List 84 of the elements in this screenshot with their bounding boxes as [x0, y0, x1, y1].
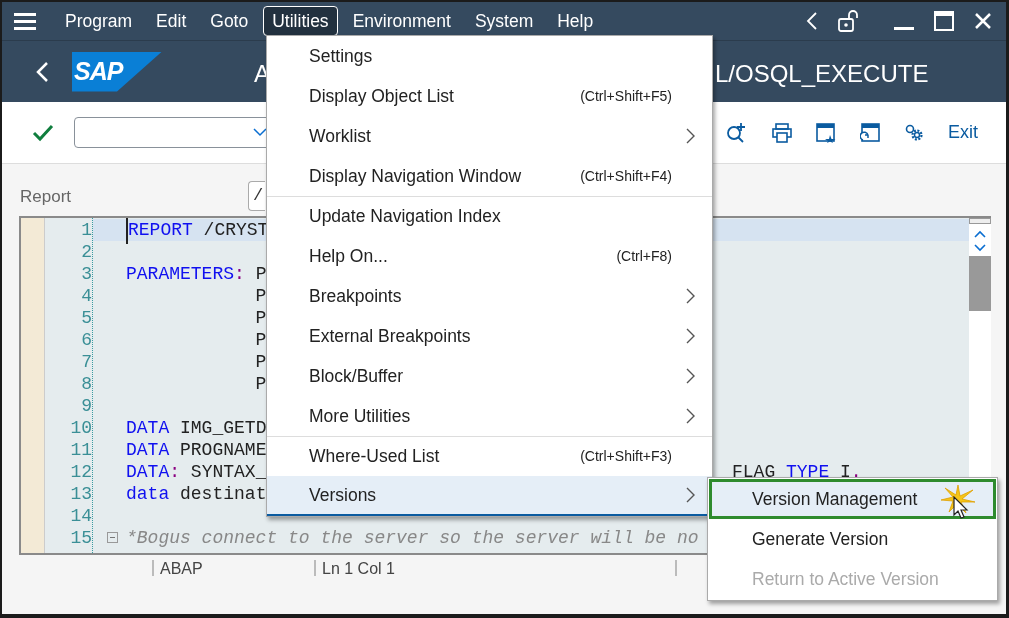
chevron-right-icon	[686, 487, 695, 503]
menu-item[interactable]: Settings	[267, 36, 712, 76]
line-number: 1	[80, 218, 92, 242]
line-number: 3	[80, 262, 92, 286]
menu-item[interactable]: Display Object List (Ctrl+Shift+F5)	[267, 76, 712, 116]
menu-bar-item[interactable]: Help	[548, 5, 603, 37]
scroll-handle[interactable]	[969, 218, 991, 224]
code-line: P	[254, 284, 267, 308]
line-number: 12	[69, 460, 92, 484]
line-number: 2	[80, 240, 92, 264]
menu-item[interactable]: Block/Buffer	[267, 356, 712, 396]
code-line: PARAMETERS: P	[126, 262, 267, 286]
menu-bar-item[interactable]: Utilities	[263, 5, 338, 37]
chevron-right-icon	[686, 368, 695, 384]
status-divider	[152, 560, 154, 576]
chevron-right-icon	[686, 288, 695, 304]
menu-item[interactable]: Breakpoints	[267, 276, 712, 316]
line-number: 4	[80, 284, 92, 308]
menu-icon[interactable]	[14, 12, 36, 30]
line-number: 11	[69, 438, 92, 462]
unlock-icon[interactable]	[838, 10, 860, 32]
menu-item[interactable]: Update Navigation Index	[267, 196, 712, 236]
status-text: Ln 1 Col 1	[322, 560, 395, 577]
report-field[interactable]: /	[248, 181, 265, 211]
shortcut-text: (Ctrl+F8)	[616, 246, 673, 266]
line-number: 6	[80, 328, 92, 352]
menu-item[interactable]: Help On... (Ctrl+F8)	[267, 236, 712, 276]
shortcut-text: (Ctrl+Shift+F4)	[580, 166, 673, 186]
menu-bar-item[interactable]: System	[465, 5, 543, 37]
back-icon[interactable]	[35, 60, 49, 83]
zoom-in-icon[interactable]	[726, 121, 748, 144]
scroll-down-icon[interactable]	[974, 244, 986, 252]
print-icon[interactable]	[772, 122, 792, 143]
shortcut-text: (Ctrl+Shift+F3)	[580, 447, 673, 466]
dropdown-icon	[253, 128, 267, 137]
chevron-right-icon	[686, 328, 695, 344]
line-number: 7	[80, 350, 92, 374]
logo: SAP	[72, 51, 162, 92]
code-line: DATA: SYNTAX_	[126, 460, 267, 484]
menu-item[interactable]: Version Management	[709, 479, 996, 519]
code-line: P	[254, 328, 267, 352]
code-line: data destinat	[126, 482, 267, 506]
scroll-up-icon[interactable]	[974, 230, 986, 238]
menu-item[interactable]: Display Navigation Window (Ctrl+Shift+F4)	[267, 156, 712, 196]
menu-item[interactable]: Generate Version	[709, 519, 996, 559]
line-number: 13	[69, 482, 92, 506]
chevron-right-icon	[686, 128, 695, 144]
pointer-icon	[953, 496, 969, 520]
back-icon[interactable]	[806, 11, 818, 31]
menu-bar-item[interactable]: Edit	[147, 5, 196, 37]
report-label: Report	[20, 186, 73, 209]
line-number: 15	[69, 526, 92, 550]
page-title: L/OSQL_EXECUTE	[715, 59, 929, 89]
code-line: P	[254, 372, 267, 396]
menu-item[interactable]: Worklist	[267, 116, 712, 156]
menu-item[interactable]: Versions	[267, 476, 712, 516]
menu-item[interactable]: External Breakpoints	[267, 316, 712, 356]
line-number: 10	[69, 416, 92, 440]
collapse-icon[interactable]	[107, 532, 119, 544]
maximize-icon[interactable]	[934, 11, 954, 31]
line-number: 9	[80, 394, 92, 418]
gears-icon[interactable]	[904, 122, 924, 143]
shortcut-text: (Ctrl+Shift+F5)	[580, 86, 673, 106]
code-line: P	[254, 306, 267, 330]
status-divider	[675, 560, 677, 576]
menu-item[interactable]: More Utilities	[267, 396, 712, 436]
code-line: P	[254, 350, 267, 374]
status-divider	[314, 560, 316, 576]
status-text: ABAP	[160, 560, 203, 577]
chevron-right-icon	[686, 408, 695, 424]
exit-link[interactable]: Exit	[948, 119, 978, 146]
check-icon[interactable]	[32, 123, 54, 142]
code-line: *Bogus connect to the server so the server will be no	[126, 526, 699, 550]
menu-bar-item[interactable]: Environment	[343, 5, 460, 37]
line-number: 8	[80, 372, 92, 396]
menu-bar-item[interactable]: Program	[56, 5, 142, 37]
line-number: 14	[69, 504, 92, 528]
menu-bar-item[interactable]: Goto	[201, 5, 258, 37]
line-number: 5	[80, 306, 92, 330]
scrollbar-thumb[interactable]	[969, 256, 991, 311]
code-line: DATA PROGNAME	[126, 438, 267, 462]
menu-item: Return to Active Version	[751, 567, 940, 591]
close-icon[interactable]	[974, 12, 992, 30]
code-line: DATA IMG_GETD	[126, 416, 267, 440]
